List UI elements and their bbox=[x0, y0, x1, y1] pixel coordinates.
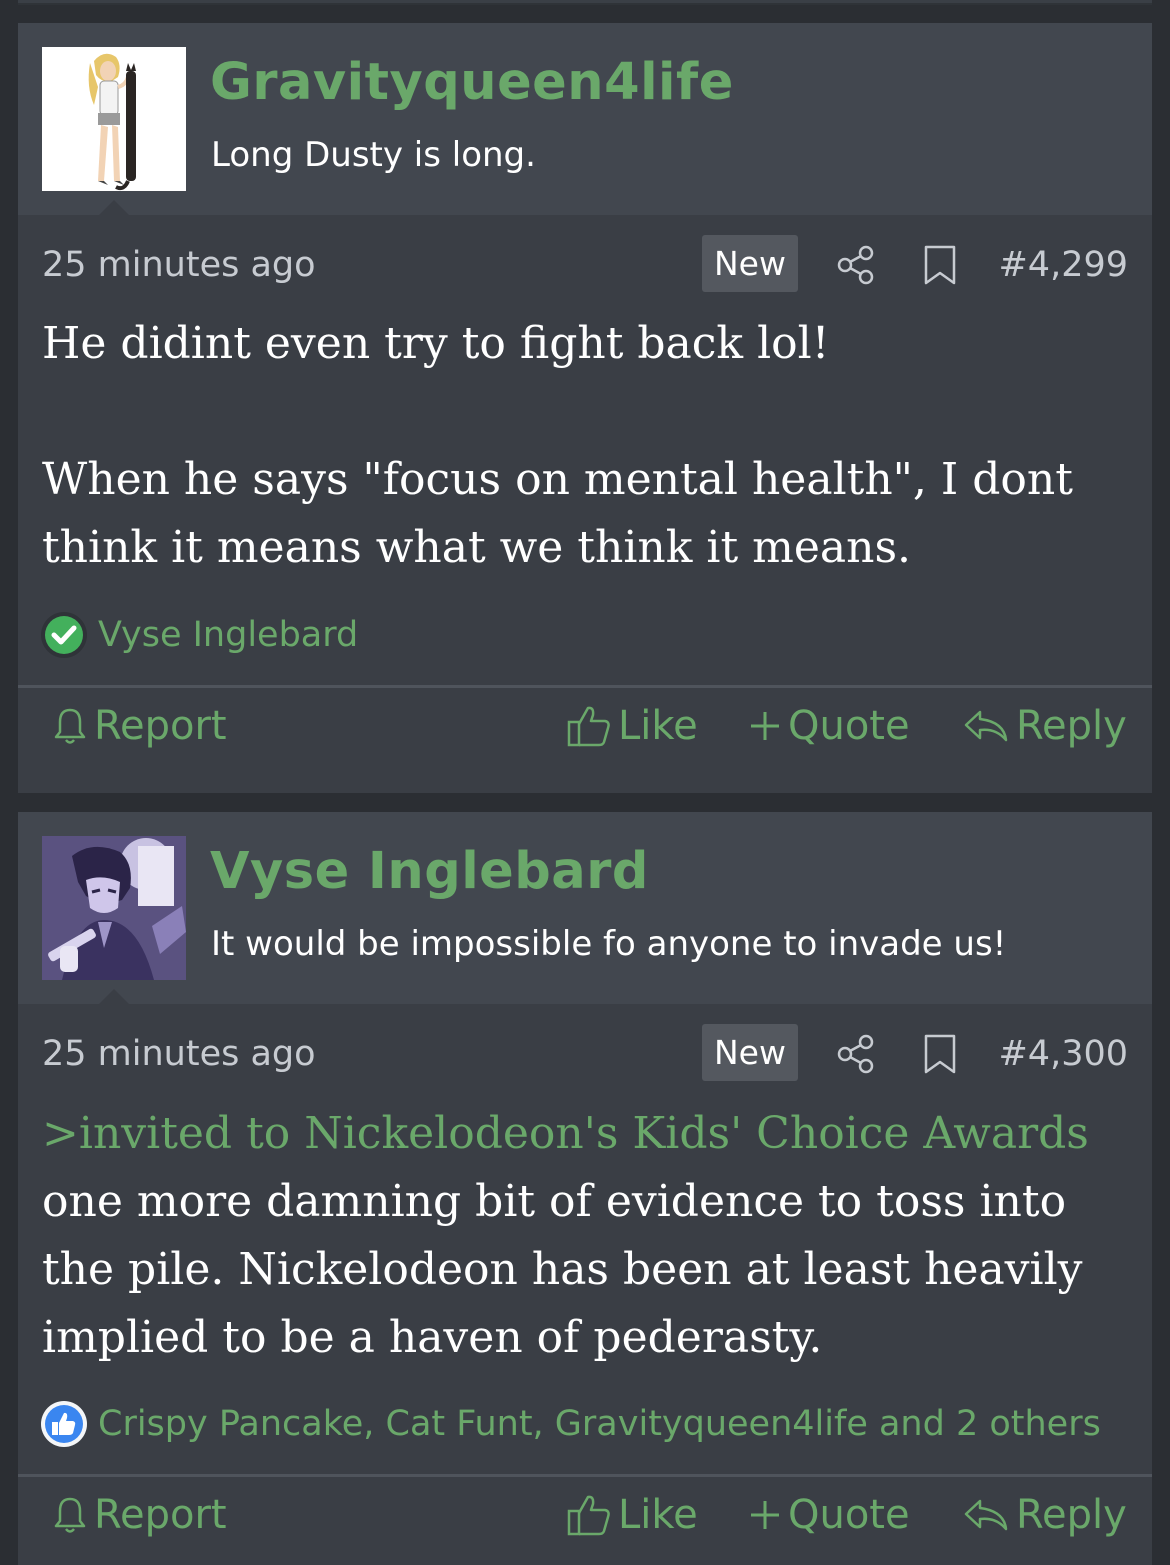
post-actions: Report Like Quote Reply bbox=[18, 1492, 1152, 1552]
post-body: He didint even try to fight back lol! Wh… bbox=[42, 310, 1132, 582]
bell-icon bbox=[54, 1497, 86, 1533]
post-body-paragraph: one more damning bit of evidence to toss… bbox=[42, 1176, 1083, 1363]
post-4300: Vyse Inglebard It would be impossible fo… bbox=[18, 812, 1152, 1565]
new-badge: New bbox=[702, 1024, 798, 1081]
plus-icon bbox=[751, 1501, 779, 1529]
report-label: Report bbox=[94, 703, 227, 749]
reactions-users[interactable]: Vyse Inglebard bbox=[98, 615, 358, 655]
post-username[interactable]: Gravityqueen4life bbox=[210, 53, 734, 112]
bookmark-icon[interactable] bbox=[922, 1033, 958, 1075]
reply-button[interactable]: Reply bbox=[962, 1492, 1127, 1538]
plus-icon bbox=[751, 712, 779, 740]
like-button[interactable]: Like bbox=[566, 1492, 698, 1538]
post-author-header: Vyse Inglebard It would be impossible fo… bbox=[18, 812, 1152, 1005]
post-number-link[interactable]: #4,300 bbox=[998, 1034, 1128, 1074]
post-timestamp[interactable]: 25 minutes ago bbox=[42, 245, 316, 285]
reply-label: Reply bbox=[1016, 1492, 1127, 1538]
reactions-bar[interactable]: Vyse Inglebard bbox=[40, 610, 358, 660]
thumbs-up-outline-icon bbox=[567, 706, 610, 747]
girl-holding-long-cat-avatar bbox=[42, 47, 186, 191]
post-meta-bar: 25 minutes ago New #4,299 bbox=[18, 235, 1152, 295]
post-body-paragraph: When he says "focus on mental health", I… bbox=[42, 454, 1073, 573]
share-icon[interactable] bbox=[836, 1034, 876, 1074]
like-button[interactable]: Like bbox=[566, 703, 698, 749]
like-label: Like bbox=[618, 703, 698, 749]
thumbs-up-icon bbox=[41, 1401, 87, 1447]
reply-button[interactable]: Reply bbox=[962, 703, 1127, 749]
post-footer-divider bbox=[18, 685, 1152, 688]
post-4299: Gravityqueen4life Long Dusty is long. 25… bbox=[18, 23, 1152, 793]
like-label: Like bbox=[618, 1492, 698, 1538]
quote-button[interactable]: Quote bbox=[748, 703, 910, 749]
user-avatar[interactable] bbox=[42, 47, 186, 191]
report-button[interactable]: Report bbox=[52, 703, 227, 749]
reply-arrow-icon bbox=[964, 1499, 1008, 1531]
previous-post-bottom bbox=[18, 0, 1152, 5]
checkmark-icon bbox=[41, 612, 87, 658]
post-number-link[interactable]: #4,299 bbox=[998, 245, 1128, 285]
user-title: Long Dusty is long. bbox=[211, 135, 536, 175]
reply-arrow-icon bbox=[964, 710, 1008, 742]
quote-label: Quote bbox=[788, 1492, 910, 1538]
post-actions: Report Like Quote Reply bbox=[18, 703, 1152, 763]
anime-swordsman-avatar bbox=[42, 836, 186, 980]
post-username[interactable]: Vyse Inglebard bbox=[210, 842, 649, 901]
post-timestamp[interactable]: 25 minutes ago bbox=[42, 1034, 316, 1074]
user-avatar[interactable] bbox=[42, 836, 186, 980]
post-body: >invited to Nickelodeon's Kids' Choice A… bbox=[42, 1100, 1132, 1372]
bookmark-icon[interactable] bbox=[922, 244, 958, 286]
bell-icon bbox=[54, 708, 86, 744]
post-meta-bar: 25 minutes ago New #4,300 bbox=[18, 1024, 1152, 1084]
reactions-bar[interactable]: Crispy Pancake, Cat Funt, Gravityqueen4l… bbox=[40, 1399, 1101, 1449]
share-icon[interactable] bbox=[836, 245, 876, 285]
report-label: Report bbox=[94, 1492, 227, 1538]
user-title: It would be impossible fo anyone to inva… bbox=[211, 924, 1007, 964]
thumbs-up-outline-icon bbox=[567, 1495, 610, 1536]
new-badge: New bbox=[702, 235, 798, 292]
quote-label: Quote bbox=[788, 703, 910, 749]
quote-button[interactable]: Quote bbox=[748, 1492, 910, 1538]
greentext-quote: >invited to Nickelodeon's Kids' Choice A… bbox=[42, 1108, 1089, 1159]
post-author-header: Gravityqueen4life Long Dusty is long. bbox=[18, 23, 1152, 216]
reactions-users[interactable]: Crispy Pancake, Cat Funt, Gravityqueen4l… bbox=[98, 1404, 1101, 1444]
post-footer-divider bbox=[18, 1474, 1152, 1477]
reply-label: Reply bbox=[1016, 703, 1127, 749]
post-body-paragraph: He didint even try to fight back lol! bbox=[42, 318, 830, 369]
report-button[interactable]: Report bbox=[52, 1492, 227, 1538]
